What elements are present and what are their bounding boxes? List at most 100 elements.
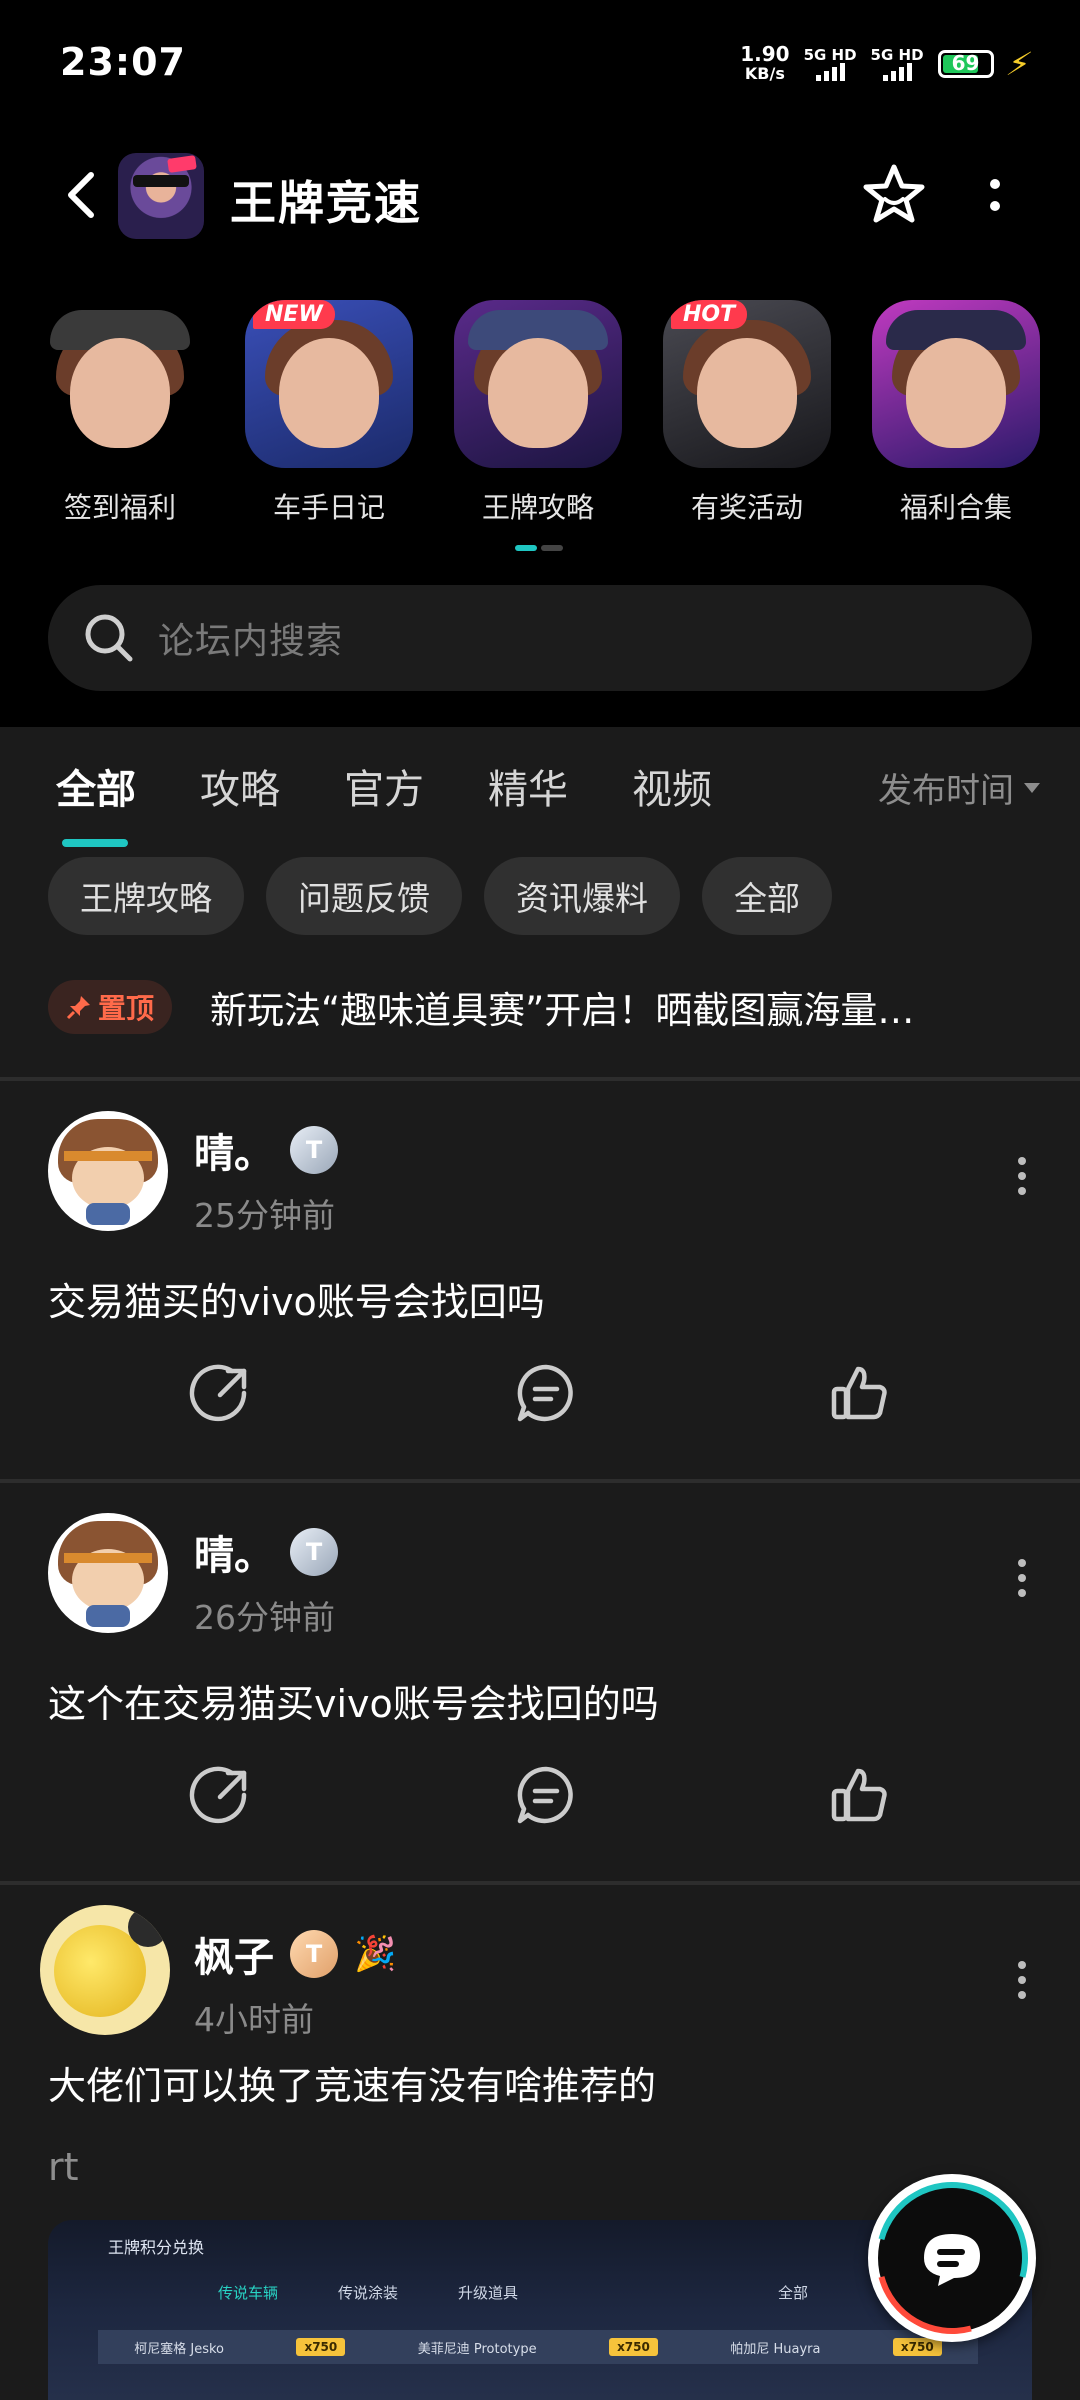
chip-all[interactable]: 全部 — [702, 857, 832, 935]
username-row: 晴。 T — [194, 1121, 338, 1179]
more-options-button[interactable] — [980, 165, 1010, 225]
tab-featured[interactable]: 精华 — [488, 757, 568, 815]
status-icons: 1.90 KB/s 5G HD 5G HD 69 ⚡ — [740, 44, 1035, 84]
events-thumbnail: HOT — [663, 300, 831, 468]
post-more-button[interactable] — [1012, 1955, 1032, 2005]
preview-filter: 全部 — [778, 2284, 809, 2302]
feed-panel: 全部 攻略 官方 精华 视频 发布时间 王牌攻略 问题反馈 资讯爆料 全部 置顶… — [0, 727, 1080, 2400]
post-title[interactable]: 这个在交易猫买vivo账号会找回的吗 — [48, 1673, 659, 1728]
preview-tabs: 传说车辆 传说涂装 升级道具 全部 — [218, 2282, 808, 2303]
dot-icon — [990, 179, 1000, 189]
tab-strategy[interactable]: 攻略 — [200, 757, 280, 815]
network-speed-unit: KB/s — [744, 64, 785, 83]
pinned-title: 新玩法“趣味道具赛”开启！晒截图赢海量… — [210, 989, 915, 1032]
avatar[interactable] — [48, 1111, 168, 1231]
network-speed-value: 1.90 — [740, 42, 790, 66]
post-time: 4小时前 — [194, 2000, 314, 2039]
username-row: 枫子 T 🎉 — [194, 1925, 396, 1983]
battery-level: 69 — [951, 51, 980, 75]
signal-sim2-icon: 5G HD — [871, 47, 924, 81]
shortcut-label: 有奖活动 — [690, 491, 803, 524]
game-app-icon — [118, 153, 204, 239]
fan-badge-icon: 🎉 — [354, 1934, 397, 1974]
post-body: rt — [48, 2145, 79, 2189]
hot-badge: HOT — [671, 300, 748, 329]
strategy-thumbnail — [454, 300, 622, 468]
status-time: 23:07 — [60, 40, 186, 84]
preview-car-name: 柯尼塞格 Jesko — [134, 2341, 224, 2357]
chip-strategy[interactable]: 王牌攻略 — [48, 857, 244, 935]
back-arrow-icon — [68, 172, 94, 218]
shortcut-label: 福利合集 — [899, 491, 1012, 524]
pinned-badge-label: 置顶 — [98, 992, 155, 1025]
filter-chips: 王牌攻略 问题反馈 资讯爆料 全部 — [48, 857, 832, 935]
post-card[interactable]: 晴。 T 25分钟前 交易猫买的vivo账号会找回吗 — [0, 1081, 1080, 1481]
sort-label: 发布时间 — [878, 771, 1014, 811]
post-actions — [0, 1763, 1080, 1843]
preview-tab: 传说车辆 — [218, 2284, 279, 2302]
sim2-label: 5G HD — [870, 46, 924, 64]
shortcut-checkin[interactable]: 签到福利 — [35, 300, 205, 526]
checkin-thumbnail — [36, 300, 204, 468]
like-icon[interactable] — [828, 1361, 892, 1425]
network-speed: 1.90 KB/s — [740, 44, 789, 84]
page-indicator — [515, 545, 565, 551]
header-bar: 王牌竞速 — [0, 145, 1080, 255]
preview-heading: 王牌积分兑换 — [108, 2238, 205, 2257]
post-time: 25分钟前 — [194, 1196, 335, 1235]
shortcut-driver-diary[interactable]: NEW 车手日记 — [244, 300, 414, 526]
star-icon — [863, 164, 925, 223]
shortcut-strategy[interactable]: 王牌攻略 — [453, 300, 623, 526]
tab-video[interactable]: 视频 — [632, 757, 712, 815]
post-title[interactable]: 大佬们可以换了竞速有没有啥推荐的 — [48, 2055, 656, 2110]
username[interactable]: 枫子 — [194, 1925, 274, 1983]
compose-post-button[interactable] — [868, 2174, 1036, 2342]
username[interactable]: 晴。 — [194, 1121, 274, 1179]
search-placeholder: 论坛内搜索 — [158, 621, 344, 662]
avatar[interactable] — [40, 1905, 170, 2035]
level-badge-icon: T — [290, 1930, 338, 1978]
avatar[interactable] — [48, 1513, 168, 1633]
post-card[interactable]: 晴。 T 26分钟前 这个在交易猫买vivo账号会找回的吗 — [0, 1483, 1080, 1883]
forum-page: 23:07 1.90 KB/s 5G HD 5G HD 69 ⚡ 王牌竞速 签到… — [0, 0, 1080, 2400]
dot-icon — [990, 201, 1000, 211]
chip-feedback[interactable]: 问题反馈 — [266, 857, 462, 935]
follow-button[interactable] — [858, 159, 930, 231]
preview-car-price: x750 — [609, 2338, 658, 2356]
share-icon[interactable] — [188, 1763, 252, 1827]
active-tab-indicator — [62, 839, 128, 847]
post-actions — [0, 1361, 1080, 1441]
preview-car-name: 美菲尼迪 Prototype — [417, 2341, 537, 2357]
like-icon[interactable] — [828, 1763, 892, 1827]
username[interactable]: 晴。 — [194, 1523, 274, 1581]
tab-official[interactable]: 官方 — [344, 757, 424, 815]
signal-sim1-icon: 5G HD — [804, 47, 857, 81]
post-time: 26分钟前 — [194, 1598, 335, 1637]
sim1-label: 5G HD — [803, 46, 857, 64]
share-icon[interactable] — [188, 1361, 252, 1425]
pinned-badge: 置顶 — [48, 980, 173, 1034]
preview-car-name: 帕加尼 Huayra — [730, 2341, 821, 2357]
pin-icon — [66, 996, 90, 1020]
comment-icon[interactable] — [514, 1361, 578, 1425]
post-more-button[interactable] — [1012, 1151, 1032, 1201]
level-badge-icon: T — [290, 1126, 338, 1174]
comment-icon[interactable] — [514, 1763, 578, 1827]
shortcut-events[interactable]: HOT 有奖活动 — [662, 300, 832, 526]
post-more-button[interactable] — [1012, 1553, 1032, 1603]
search-icon — [85, 614, 133, 662]
back-button[interactable] — [55, 165, 115, 225]
shortcut-label: 车手日记 — [272, 491, 385, 524]
shortcut-label: 签到福利 — [63, 491, 176, 524]
pinned-post[interactable]: 置顶 新玩法“趣味道具赛”开启！晒截图赢海量… — [48, 977, 1038, 1037]
new-badge: NEW — [253, 300, 335, 329]
post-title[interactable]: 交易猫买的vivo账号会找回吗 — [48, 1271, 545, 1326]
chip-news[interactable]: 资讯爆料 — [484, 857, 680, 935]
search-bar[interactable]: 论坛内搜索 — [48, 585, 1032, 691]
page-title: 王牌竞速 — [230, 176, 422, 230]
sort-dropdown[interactable]: 发布时间 — [878, 763, 1040, 812]
tab-all[interactable]: 全部 — [56, 757, 136, 815]
shortcut-welfare[interactable]: 福利合集 — [871, 300, 1041, 526]
charging-bolt-icon: ⚡ — [1002, 45, 1036, 83]
driver-diary-thumbnail: NEW — [245, 300, 413, 468]
